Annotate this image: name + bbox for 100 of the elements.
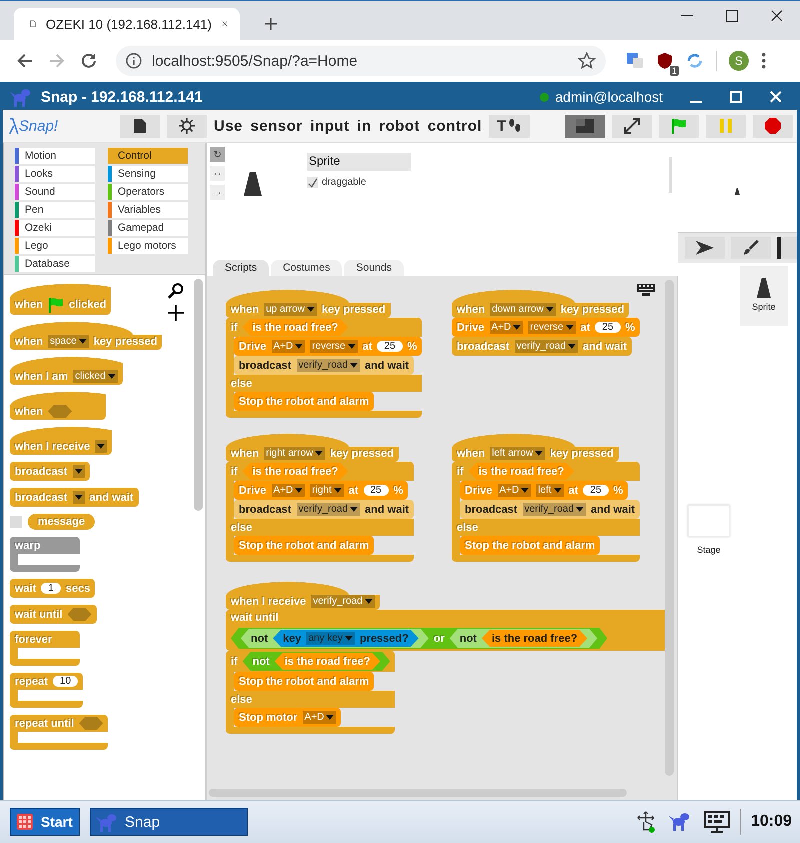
command-block[interactable]: Drive A+D reverse at 25 % [234,337,422,356]
command-block[interactable]: broadcast verify_road and wait [234,356,414,375]
predicate-block[interactable]: key any key pressed? [273,630,419,647]
hat-block[interactable]: when I receive verify_road [226,582,380,610]
dropdown[interactable]: verify_road [296,359,360,372]
category-button[interactable]: Pen [15,202,95,218]
category-button[interactable]: Variables [108,202,188,218]
c-block[interactable]: if is the road free? Drive A+D right at 25 % broadcast verify_road and wait else Stop the robot and alarm [226,462,414,562]
predicate-block[interactable]: not key any key pressed? [241,629,429,648]
category-button[interactable]: Operators [108,184,188,200]
new-tab-icon[interactable] [264,17,278,31]
plus-icon[interactable] [168,305,184,321]
scrollbar[interactable] [665,280,674,776]
dropdown[interactable]: reverse [310,340,358,353]
hat-block[interactable]: when I am clicked [10,357,123,385]
browser-tab[interactable]: OZEKI 10 (192.168.112.141) [14,8,240,40]
dropdown[interactable]: left [536,484,564,497]
command-block[interactable]: Drive A+D left at 25 % [460,481,628,500]
maximize-icon[interactable] [725,9,739,23]
number-field[interactable]: 25 [583,485,609,496]
number-field[interactable]: 25 [377,341,403,352]
dropdown[interactable]: right arrow [264,447,326,460]
sprite-thumbnail[interactable] [243,171,263,197]
flag-button[interactable] [659,114,699,138]
category-button[interactable]: Looks [15,166,95,182]
toolbar-button[interactable] [777,237,797,259]
rotation-button[interactable]: ↔ [210,166,225,181]
c-block[interactable]: if is the road free? Drive A+D reverse at 25 % broadcast verify_road and wait else Stop the robot and alarm [226,318,422,418]
c-block[interactable]: if not is the road free? Stop the robot and alarm else Stop motor A+D [226,651,396,734]
dropdown[interactable]: A+D [498,484,532,497]
tab[interactable]: Scripts [213,260,270,276]
dropdown[interactable]: A+D [490,321,524,334]
hat-block[interactable]: when left arrow key pressed [452,434,619,462]
dropdown[interactable]: verify_road [522,503,586,516]
rotation-button[interactable]: ↻ [210,147,225,162]
start-button[interactable]: Start [10,808,80,836]
profile-avatar[interactable]: S [729,51,749,71]
stage-size-button[interactable] [565,114,605,138]
sync-icon[interactable] [686,52,704,70]
dropdown[interactable]: clicked [73,370,118,383]
fullscreen-button[interactable] [612,114,652,138]
category-button[interactable]: Sensing [108,166,188,182]
dropdown[interactable] [95,440,108,453]
address-field[interactable]: localhost:9505/Snap/?a=Home [116,46,606,76]
category-button[interactable]: Gamepad [108,220,188,236]
command-block[interactable]: broadcast verify_road and wait [460,500,640,519]
translate-icon[interactable] [626,52,644,70]
dropdown[interactable]: A+D [272,484,306,497]
dropdown[interactable]: left arrow [490,447,546,460]
category-button[interactable]: Ozeki [15,220,95,236]
rotation-button[interactable]: → [210,185,225,200]
stop-button[interactable] [753,114,793,138]
category-button[interactable]: Database [15,256,95,272]
keyboard-icon[interactable] [637,284,655,296]
dropdown[interactable] [72,491,85,504]
command-block[interactable]: broadcast verify_road and wait [452,337,632,356]
scrollbar[interactable] [209,789,627,797]
step-button[interactable]: T [489,114,530,138]
command-block[interactable]: broadcast verify_road and wait [234,500,414,519]
reload-icon[interactable] [80,52,98,70]
tab[interactable]: Costumes [271,260,342,276]
file-button[interactable] [120,114,160,138]
category-button[interactable]: Sound [15,184,95,200]
back-icon[interactable] [16,52,34,70]
category-button[interactable]: Control [108,148,188,164]
hat-block[interactable]: when down arrow key pressed [452,290,630,318]
settings-button[interactable] [167,114,207,138]
bookmark-star-icon[interactable] [578,52,596,70]
checkbox[interactable] [307,177,318,188]
dropdown[interactable]: space [48,335,89,348]
hat-block[interactable]: when right arrow key pressed [226,434,399,462]
command-block[interactable]: wait 1 secs [10,579,96,598]
category-button[interactable]: Lego [15,238,95,254]
scrollbar[interactable] [194,279,203,511]
hat-block[interactable]: when space key pressed [10,322,162,350]
dropdown[interactable]: verify_road [296,503,360,516]
dropdown[interactable]: right [310,484,344,497]
dropdown[interactable]: verify_road [514,340,578,353]
number-field[interactable]: 25 [595,322,621,333]
shield-icon[interactable] [656,52,674,70]
menu-icon[interactable] [761,52,767,70]
tab[interactable]: Sounds [344,260,404,276]
c-block[interactable]: repeat 10 [10,673,84,708]
toolbar-button[interactable] [685,237,725,259]
close-icon[interactable] [770,9,784,23]
scrollbar[interactable] [669,157,672,193]
number-field[interactable]: 25 [364,485,389,496]
c-block[interactable]: warp [10,537,80,572]
name-field[interactable]: Sprite [307,153,411,171]
monitor-icon[interactable] [704,810,730,834]
dropdown[interactable]: reverse [528,321,576,334]
dropdown[interactable] [72,465,85,478]
dropdown[interactable]: up arrow [264,303,318,316]
predicate-block[interactable]: not key any key pressed? or not is the road free? [231,628,608,649]
command-block[interactable]: Stop motor A+D [234,708,342,727]
category-button[interactable]: Motion [15,148,95,164]
predicate-block[interactable]: not is the road free? [450,629,598,648]
dropdown[interactable]: any key [306,632,355,645]
toolbar-button[interactable] [731,237,771,259]
sprite-tile[interactable]: Sprite [740,266,788,326]
